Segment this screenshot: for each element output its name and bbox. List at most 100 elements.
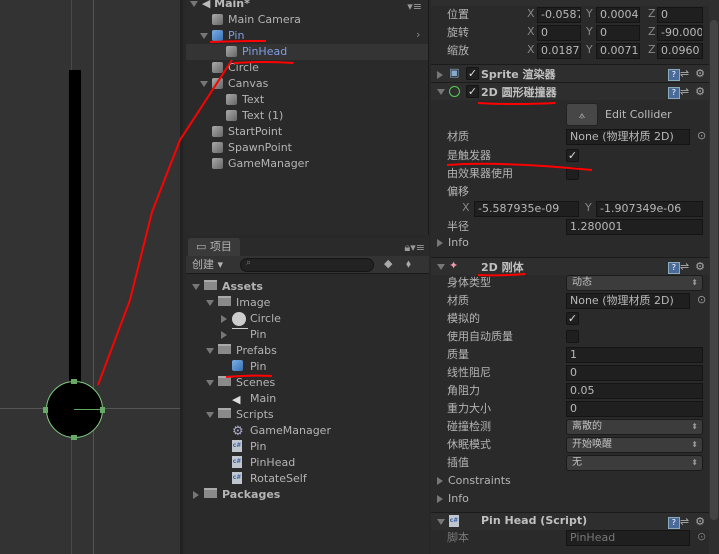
tab-project[interactable]: ▭ 项目 (188, 238, 240, 256)
inspector-scrollbar[interactable] (709, 0, 719, 554)
expand-arrow-icon[interactable] (206, 300, 214, 306)
lock-icon[interactable]: 🔒︎▾≡ (404, 241, 425, 255)
rotation-z-field[interactable]: -90.000 (657, 25, 703, 41)
search-input[interactable] (240, 258, 374, 272)
object-picker-icon[interactable]: ⊙ (697, 530, 706, 543)
linear-drag-field[interactable]: 0 (566, 365, 703, 381)
project-item[interactable]: Image (186, 295, 428, 311)
filter-type-icon[interactable]: ◆ (384, 257, 392, 270)
preset-icon[interactable]: ⇌ (680, 260, 695, 273)
expand-arrow-icon[interactable] (437, 264, 445, 270)
position-y-field[interactable]: 0.0004 (596, 7, 640, 23)
is-trigger-checkbox[interactable]: ✓ (566, 149, 579, 162)
preset-icon[interactable]: ⇌ (680, 85, 695, 98)
chevron-right-icon[interactable]: › (416, 28, 420, 41)
edit-collider-button[interactable]: ⟑ (566, 103, 598, 126)
rigidbody-info-foldout[interactable]: Info (437, 491, 697, 507)
gravity-field[interactable]: 0 (566, 401, 703, 417)
angular-drag-field[interactable]: 0.05 (566, 383, 703, 399)
project-item[interactable]: ⚙ GameManager (186, 423, 428, 439)
hierarchy-item[interactable]: Text (1) (186, 108, 428, 124)
hierarchy-item[interactable]: GameManager (186, 156, 428, 172)
offset-x-field[interactable]: -5.587935e-09 (474, 201, 579, 217)
collapse-arrow-icon[interactable] (221, 331, 227, 339)
hierarchy-item[interactable]: Main Camera (186, 12, 428, 28)
tag-icon[interactable]: ⬧ (406, 257, 411, 271)
component-header[interactable]: ▣ ✓ Sprite 渲染器 ? ⇌⚙ (431, 64, 719, 82)
scene-root[interactable]: ◀ Main* (190, 0, 250, 12)
collapse-arrow-icon[interactable] (437, 495, 443, 503)
collider-handle[interactable] (43, 407, 48, 413)
collider-handle[interactable] (71, 379, 77, 384)
object-picker-icon[interactable]: ⊙ (697, 293, 706, 306)
expand-arrow-icon[interactable] (192, 284, 200, 290)
project-item[interactable]: Pin (186, 327, 428, 343)
rigidbody-material-field[interactable]: None (物理材质 2D) (566, 293, 690, 309)
hierarchy-item[interactable]: PinHead (186, 44, 428, 60)
expand-arrow-icon[interactable] (437, 519, 445, 525)
offset-y-field[interactable]: -1.907349e-06 (596, 201, 703, 217)
constraints-foldout[interactable]: Constraints (437, 473, 697, 489)
expand-arrow-icon[interactable] (190, 1, 198, 7)
project-item[interactable]: c# RotateSelf (186, 471, 428, 487)
component-header[interactable]: c# Pin Head (Script) ? ⇌⚙ (431, 512, 719, 530)
interpolate-dropdown[interactable]: 无 (566, 455, 703, 471)
expand-arrow-icon[interactable] (206, 348, 214, 354)
help-icon[interactable]: ? (667, 262, 680, 274)
used-by-effector-checkbox[interactable] (566, 167, 579, 180)
transform-header[interactable] (431, 0, 719, 6)
collapse-arrow-icon[interactable] (193, 491, 199, 499)
hierarchy-item[interactable]: Pin (186, 28, 428, 44)
component-header[interactable]: ✓ 2D 圆形碰撞器 ? ⇌⚙ (431, 82, 719, 100)
project-item[interactable]: c# PinHead (186, 455, 428, 471)
expand-arrow-icon[interactable] (437, 89, 445, 95)
scene-view[interactable] (0, 0, 183, 554)
expand-arrow-icon[interactable] (200, 33, 208, 39)
expand-arrow-icon[interactable] (206, 412, 214, 418)
sleep-mode-dropdown[interactable]: 开始唤醒 (566, 437, 703, 453)
position-z-field[interactable]: 0 (657, 7, 703, 23)
mass-field[interactable]: 1 (566, 347, 703, 363)
collision-detection-dropdown[interactable]: 离散的 (566, 419, 703, 435)
collider-material-field[interactable]: None (物理材质 2D) (566, 129, 690, 145)
preset-icon[interactable]: ⇌ (680, 515, 695, 528)
help-icon[interactable]: ? (667, 517, 680, 529)
project-item[interactable]: Scenes (186, 375, 428, 391)
project-item[interactable]: ◀ Main (186, 391, 428, 407)
object-picker-icon[interactable]: ⊙ (697, 129, 706, 142)
hierarchy-item[interactable]: Circle (186, 60, 428, 76)
expand-arrow-icon[interactable] (206, 380, 214, 386)
scale-y-field[interactable]: 0.0071 (596, 43, 640, 59)
collapse-arrow-icon[interactable] (437, 71, 443, 79)
project-item[interactable]: Prefabs (186, 343, 428, 359)
project-item[interactable]: Scripts (186, 407, 428, 423)
position-x-field[interactable]: -0.0587 (537, 7, 581, 23)
collider-handle[interactable] (100, 407, 105, 413)
project-item[interactable]: Pin (186, 359, 428, 375)
scale-z-field[interactable]: 0.0960 (657, 43, 703, 59)
collider-info-foldout[interactable]: Info (437, 235, 697, 251)
project-item[interactable]: Assets (186, 279, 428, 295)
scale-x-field[interactable]: 0.0187 (537, 43, 581, 59)
help-icon[interactable]: ? (667, 87, 680, 99)
project-item[interactable]: c# Pin (186, 439, 428, 455)
expand-arrow-icon[interactable] (200, 81, 208, 87)
project-item[interactable]: Circle (186, 311, 428, 327)
help-icon[interactable]: ? (667, 69, 680, 81)
collapse-arrow-icon[interactable] (437, 239, 443, 247)
enable-checkbox[interactable]: ✓ (466, 85, 479, 98)
preset-icon[interactable]: ⇌ (680, 67, 695, 80)
pin-sprite[interactable] (69, 70, 81, 390)
collapse-arrow-icon[interactable] (221, 315, 227, 323)
hierarchy-item[interactable]: StartPoint (186, 124, 428, 140)
body-type-dropdown[interactable]: 动态 (566, 275, 703, 291)
project-item[interactable]: Packages (186, 487, 428, 503)
simulated-checkbox[interactable]: ✓ (566, 312, 579, 325)
radius-field[interactable]: 1.280001 (566, 219, 703, 235)
enable-checkbox[interactable]: ✓ (466, 67, 479, 80)
rotation-y-field[interactable]: 0 (596, 25, 640, 41)
script-field[interactable]: PinHead (566, 530, 690, 546)
collider-handle[interactable] (71, 435, 77, 440)
component-header[interactable]: ✦ 2D 刚体 ? ⇌⚙ (431, 257, 719, 275)
auto-mass-checkbox[interactable] (566, 330, 579, 343)
